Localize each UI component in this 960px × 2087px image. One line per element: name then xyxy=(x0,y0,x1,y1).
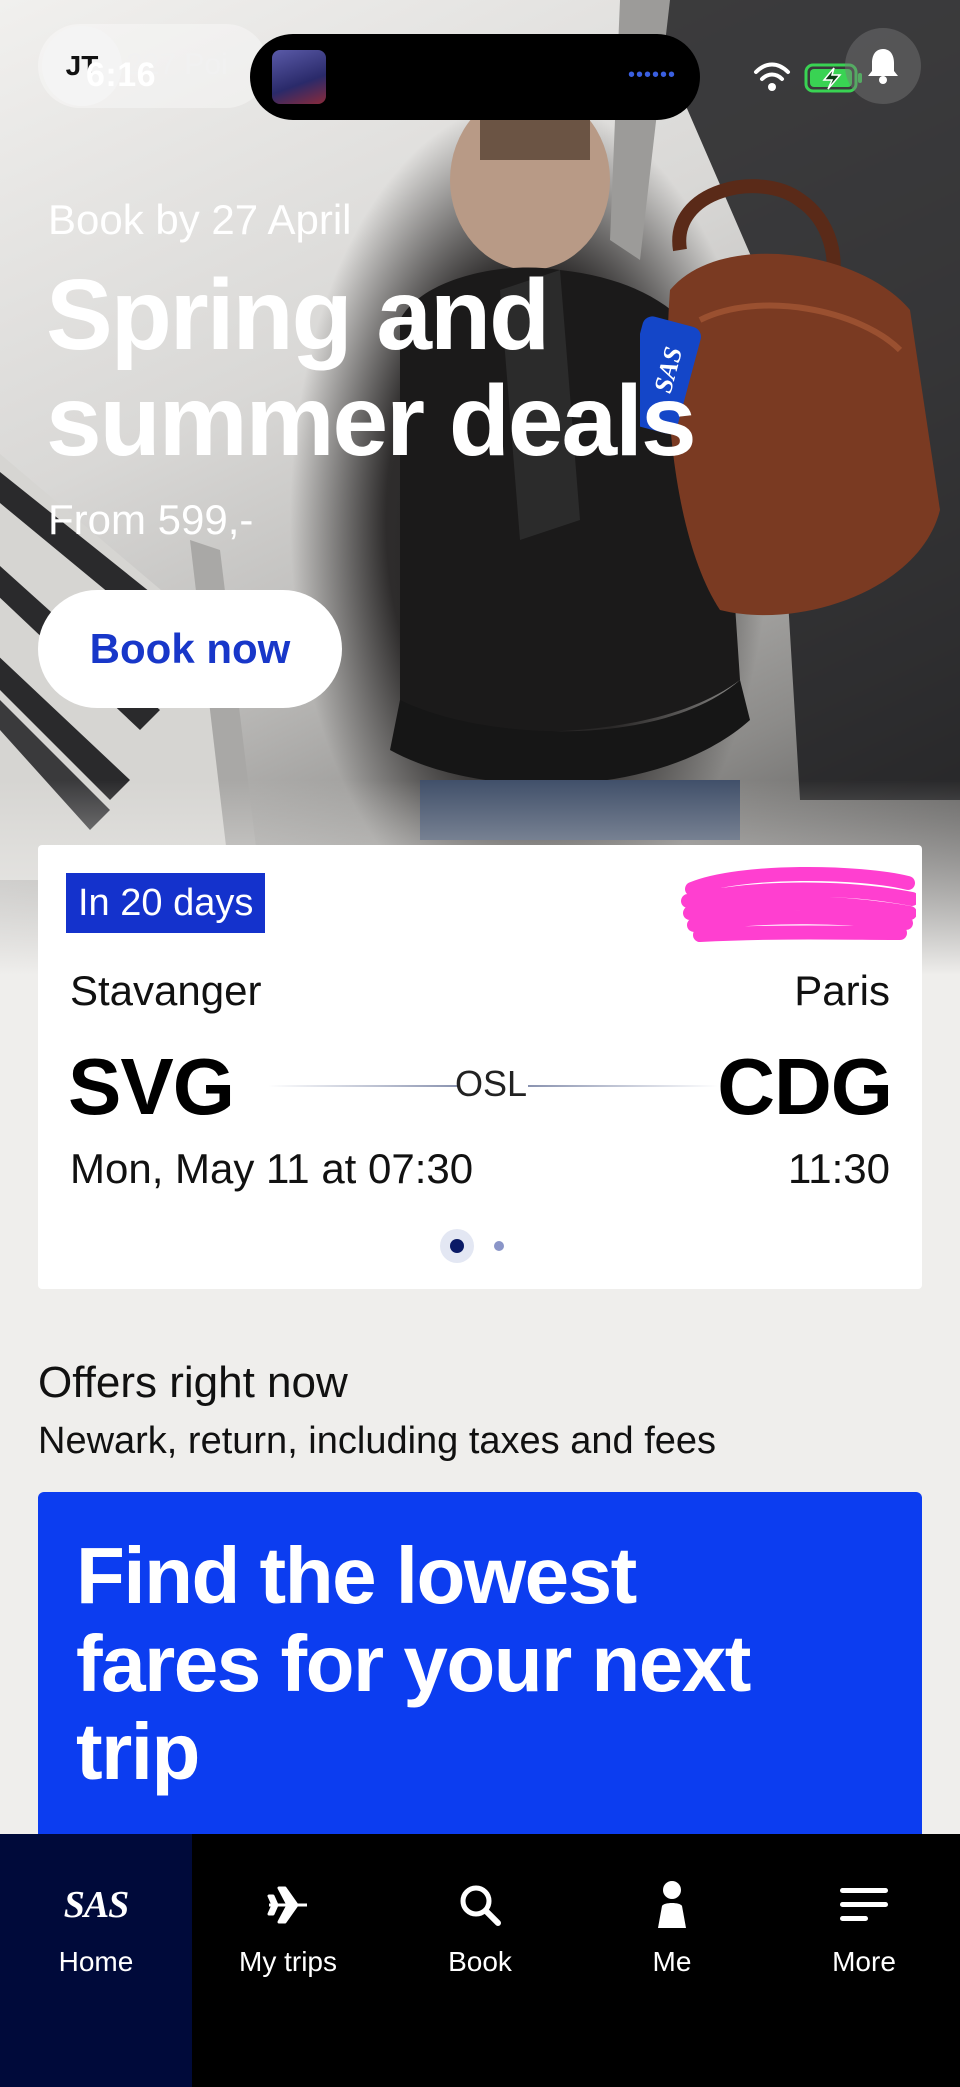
tab-label: My trips xyxy=(239,1946,337,1977)
menu-icon xyxy=(840,1888,888,1921)
destination-code: CDG xyxy=(717,1042,893,1131)
card-pager[interactable] xyxy=(440,1229,520,1263)
person-icon xyxy=(658,1881,686,1928)
bell-icon xyxy=(868,49,898,84)
upcoming-trip-card[interactable]: In 20 days Stavanger Paris SVG OSL CDG M… xyxy=(38,845,922,1289)
redaction-scribble xyxy=(681,866,916,942)
offers-subtitle: Newark, return, including taxes and fees xyxy=(38,1420,717,1462)
tab-label: Book xyxy=(448,1946,512,1977)
tab-label: More xyxy=(832,1946,896,1977)
route-line xyxy=(528,1085,718,1087)
offers-title: Offers right now xyxy=(38,1358,348,1407)
destination-city: Paris xyxy=(794,967,890,1014)
hero-price: From 599,- xyxy=(48,496,254,543)
lowest-fares-promo[interactable]: Find the lowest fares for your next trip xyxy=(38,1492,922,1892)
sas-logo-icon: SAS xyxy=(63,1884,130,1926)
pager-dot-active[interactable] xyxy=(440,1229,474,1263)
origin-city: Stavanger xyxy=(70,967,262,1014)
tab-my-trips[interactable]: My trips xyxy=(192,1834,384,2087)
origin-code: SVG xyxy=(68,1042,235,1131)
status-time: 6:16 xyxy=(86,56,157,94)
route-line xyxy=(268,1085,458,1087)
book-now-button[interactable]: Book now xyxy=(38,590,342,708)
tab-bar: SAS Home My trips Book Me More xyxy=(0,1834,960,2087)
audio-wave-icon: •••••• xyxy=(628,64,677,86)
tab-more[interactable]: More xyxy=(768,1834,960,2087)
tab-book[interactable]: Book xyxy=(384,1834,576,2087)
airplane-icon xyxy=(267,1886,307,1924)
tab-home[interactable]: SAS Home xyxy=(0,1834,192,2087)
wifi-icon xyxy=(754,62,790,91)
pager-dot[interactable] xyxy=(494,1241,504,1251)
promo-headline: Find the lowest fares for your next trip xyxy=(76,1531,751,1796)
stopover-code: OSL xyxy=(454,1063,528,1104)
hero-eyebrow: Book by 27 April xyxy=(48,196,352,243)
arrival-time: 11:30 xyxy=(788,1145,890,1192)
now-playing-thumbnail xyxy=(272,50,326,104)
search-icon xyxy=(460,1885,501,1926)
departure-time: Mon, May 11 at 07:30 xyxy=(70,1145,474,1192)
tab-me[interactable]: Me xyxy=(576,1834,768,2087)
notifications-button[interactable] xyxy=(845,28,921,104)
trip-countdown-badge: In 20 days xyxy=(66,873,266,933)
tab-label: Home xyxy=(58,1946,134,1977)
tab-label: Me xyxy=(652,1946,692,1977)
hero-headline: Spring and summer deals xyxy=(46,259,697,477)
